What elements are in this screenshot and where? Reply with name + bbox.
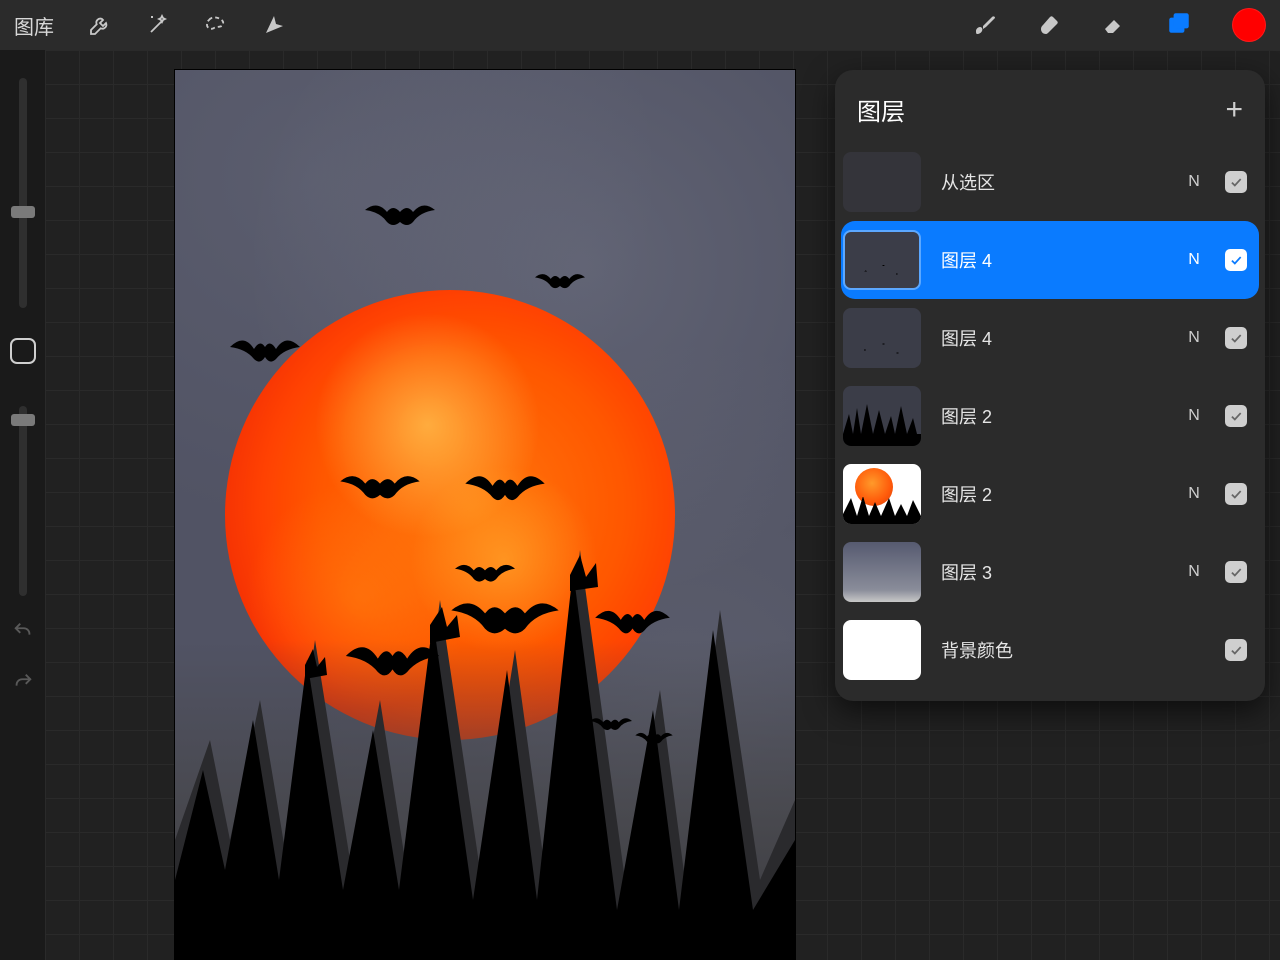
layer-name: 背景颜色 (941, 637, 1163, 663)
layer-list: 从选区 N 图层 4 N 图层 4 N 图层 2 N 图层 2 N 图层 3 N 背景颜色 (835, 143, 1265, 689)
gallery-button[interactable]: 图库 (14, 11, 54, 40)
layer-thumbnail (843, 152, 921, 212)
visibility-checkbox[interactable] (1225, 483, 1247, 505)
layer-name: 图层 4 (941, 325, 1163, 351)
layers-panel: 图层 + 从选区 N 图层 4 N 图层 4 N 图层 2 N 图层 2 N 图层 3 N 背景颜色 (835, 70, 1265, 701)
layer-thumbnail (843, 620, 921, 680)
redo-button[interactable] (12, 671, 34, 698)
layer-name: 图层 4 (941, 247, 1163, 273)
blend-mode-button[interactable]: N (1183, 251, 1205, 269)
layers-panel-title: 图层 (857, 92, 905, 127)
visibility-checkbox[interactable] (1225, 561, 1247, 583)
bats-layer (175, 70, 795, 960)
magic-wand-icon[interactable] (146, 13, 170, 37)
wrench-icon[interactable] (88, 13, 112, 37)
visibility-checkbox[interactable] (1225, 639, 1247, 661)
visibility-checkbox[interactable] (1225, 405, 1247, 427)
brush-opacity-slider[interactable] (19, 406, 27, 596)
layer-row[interactable]: 图层 2 N (835, 377, 1265, 455)
layer-thumbnail (843, 308, 921, 368)
add-layer-button[interactable]: + (1225, 95, 1243, 125)
selection-icon[interactable] (204, 13, 228, 37)
layer-row[interactable]: 从选区 N (835, 143, 1265, 221)
modifier-button[interactable] (10, 338, 36, 364)
layer-thumbnail (843, 230, 921, 290)
layer-name: 图层 3 (941, 559, 1163, 585)
blend-mode-button[interactable]: N (1183, 173, 1205, 191)
layer-row[interactable]: 图层 2 N (835, 455, 1265, 533)
blend-mode-button[interactable]: N (1183, 485, 1205, 503)
layer-name: 图层 2 (941, 481, 1163, 507)
visibility-checkbox[interactable] (1225, 249, 1247, 271)
blend-mode-button[interactable]: N (1183, 563, 1205, 581)
brush-icon[interactable] (974, 13, 998, 37)
artwork-canvas[interactable] (175, 70, 795, 960)
layer-row[interactable]: 图层 4 N (841, 221, 1259, 299)
blend-mode-button[interactable]: N (1183, 329, 1205, 347)
visibility-checkbox[interactable] (1225, 171, 1247, 193)
eraser-icon[interactable] (1102, 13, 1126, 37)
layer-thumbnail (843, 542, 921, 602)
layer-name: 从选区 (941, 169, 1163, 195)
smudge-icon[interactable] (1038, 13, 1062, 37)
layer-row[interactable]: 图层 4 N (835, 299, 1265, 377)
brush-size-slider[interactable] (19, 78, 27, 308)
layers-icon[interactable] (1166, 10, 1192, 41)
color-swatch[interactable] (1232, 8, 1266, 42)
visibility-checkbox[interactable] (1225, 327, 1247, 349)
undo-button[interactable] (12, 620, 34, 647)
layer-thumbnail (843, 464, 921, 524)
blend-mode-button[interactable]: N (1183, 407, 1205, 425)
layer-row[interactable]: 背景颜色 (835, 611, 1265, 689)
layer-name: 图层 2 (941, 403, 1163, 429)
left-sidebar (0, 60, 45, 698)
top-toolbar: 图库 (0, 0, 1280, 50)
layer-thumbnail (843, 386, 921, 446)
cursor-icon[interactable] (262, 13, 286, 37)
layer-row[interactable]: 图层 3 N (835, 533, 1265, 611)
